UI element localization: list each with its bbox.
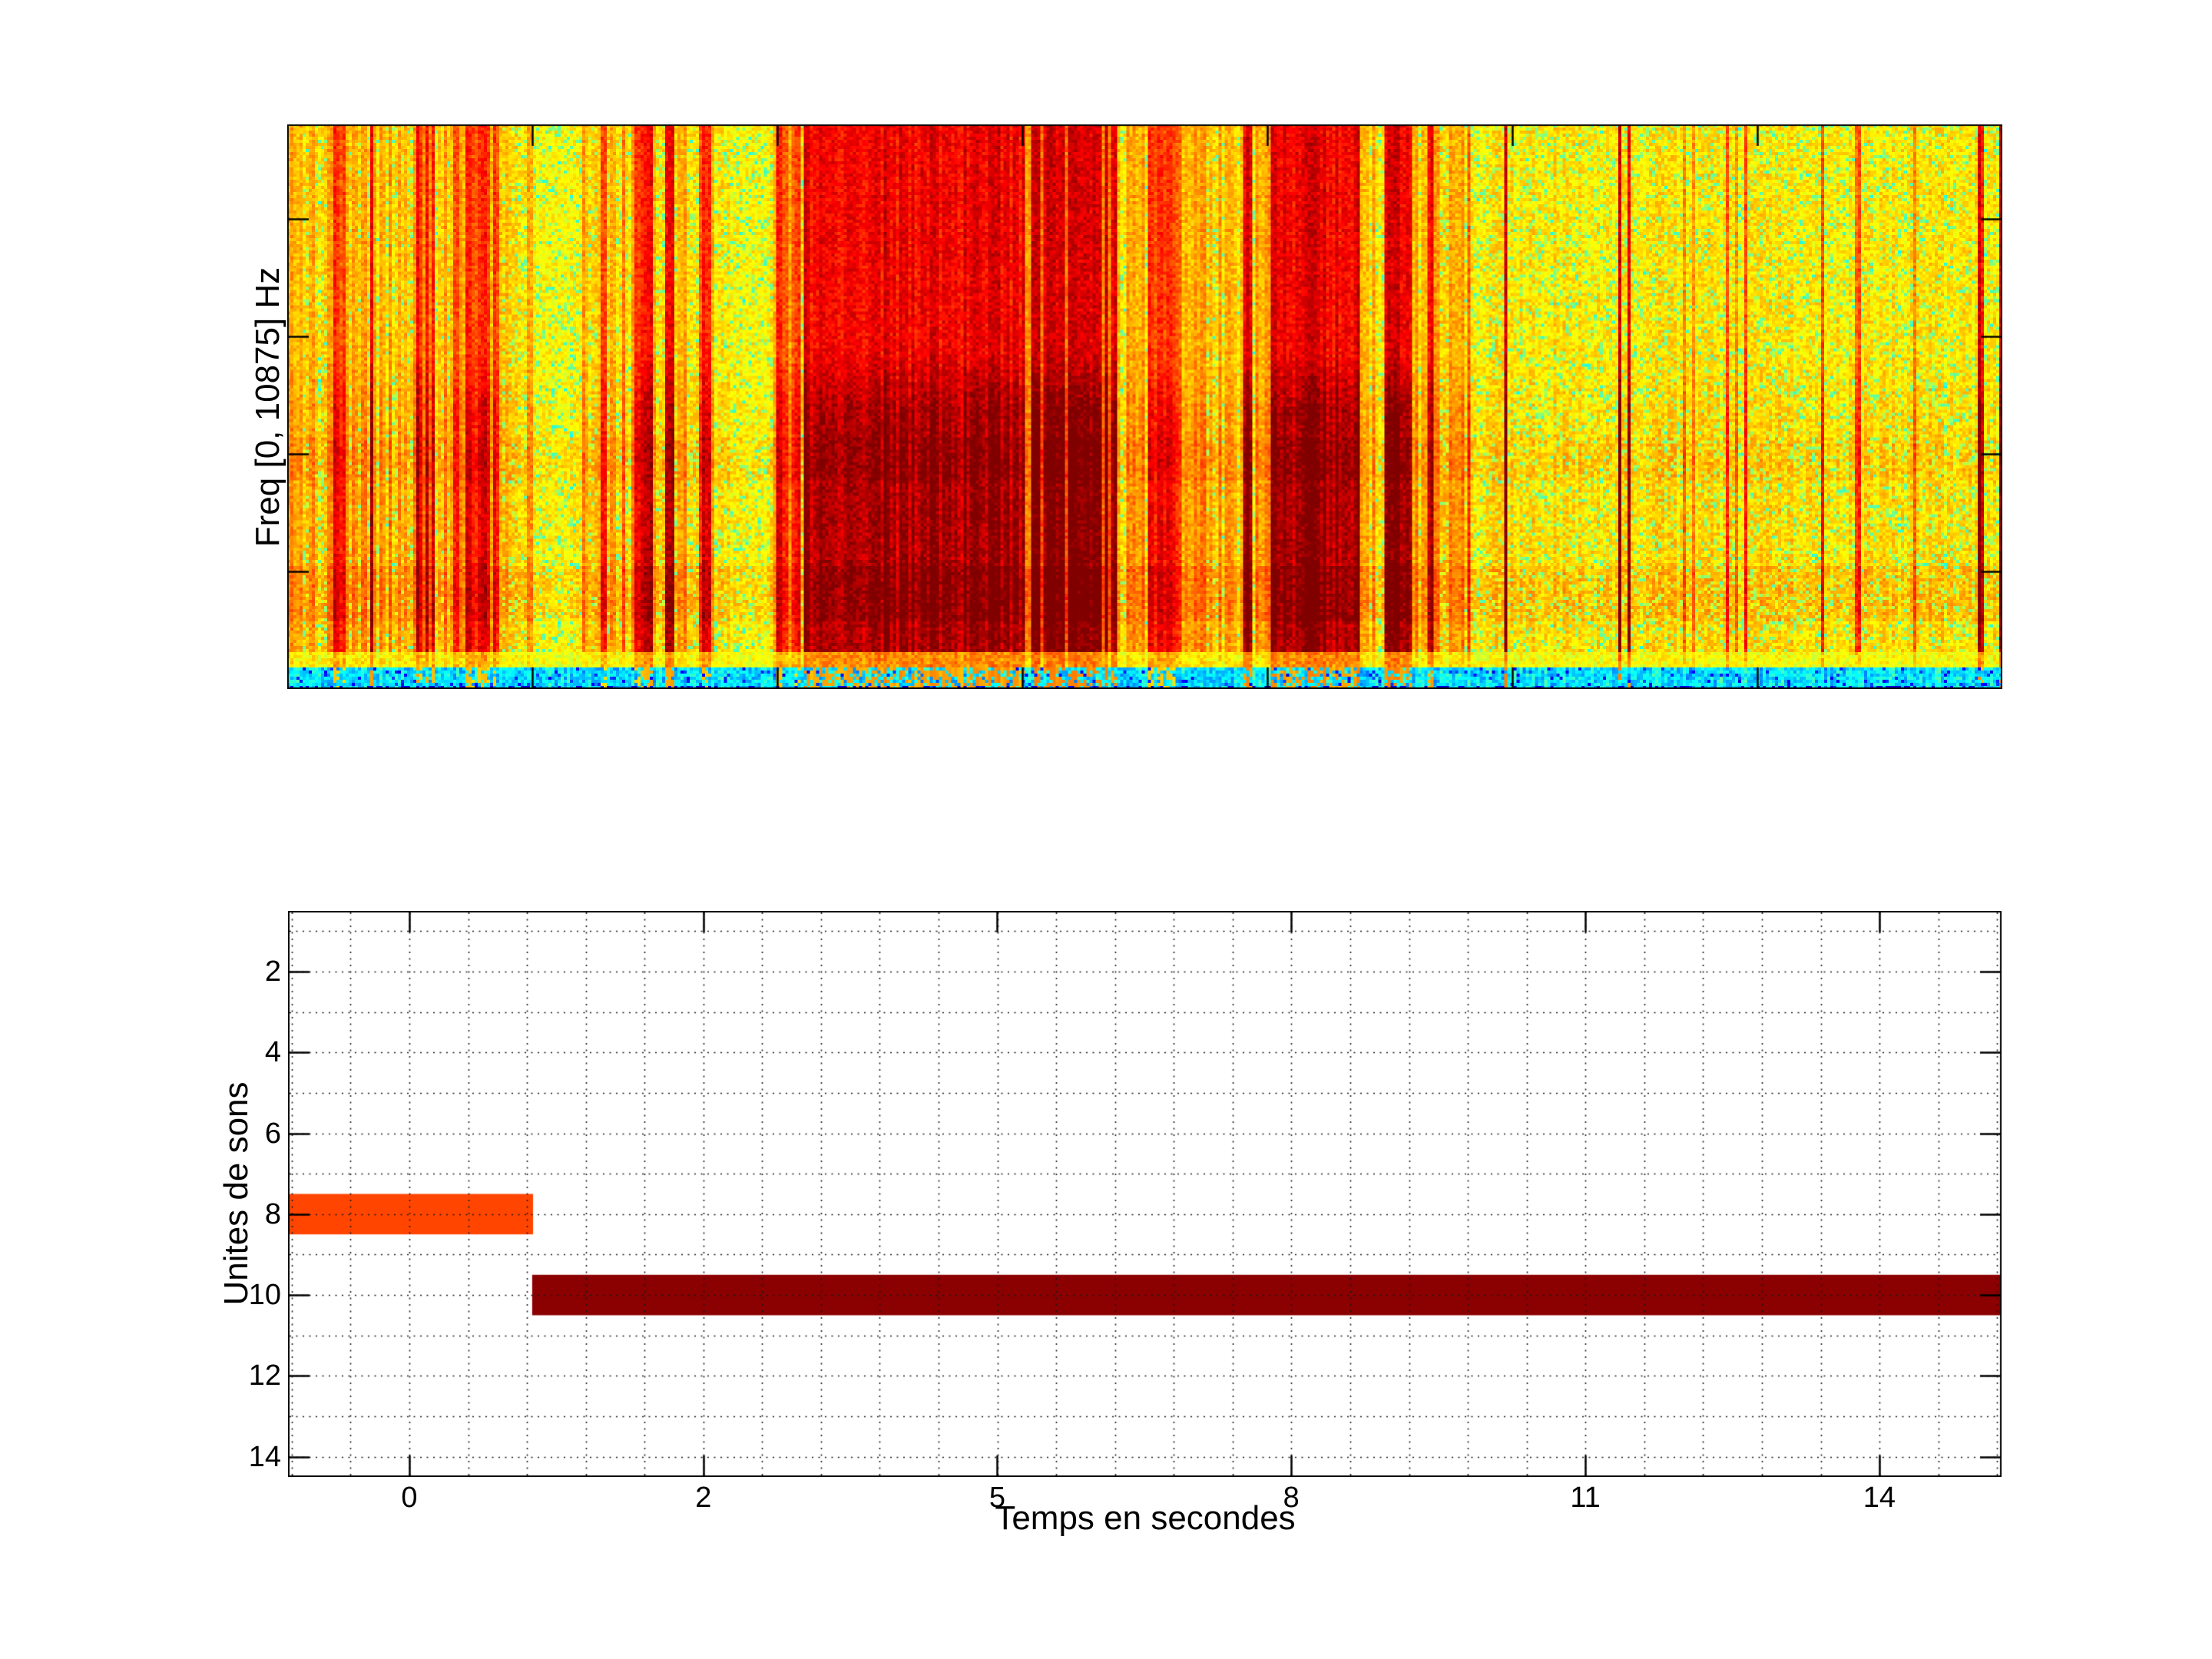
units-plot: 02581114 xyxy=(288,911,2002,1477)
x-tick-label: 2 xyxy=(695,1482,711,1513)
figure-canvas: Freq [0, 10875] Hz 02581114 2468101214 U… xyxy=(0,0,2212,1659)
y-tick-label: 2 xyxy=(0,956,281,987)
spectrogram-y-axis-label: Freq [0, 10875] Hz xyxy=(249,267,287,547)
units-y-axis-label: Unites de sons xyxy=(217,1081,256,1305)
y-tick-label: 12 xyxy=(0,1360,281,1391)
spectrogram-plot xyxy=(287,124,2002,689)
x-tick-label: 0 xyxy=(401,1482,417,1513)
y-tick-label: 14 xyxy=(0,1442,281,1472)
x-tick-label: 14 xyxy=(1863,1482,1896,1513)
x-axis-label: Temps en secondes xyxy=(995,1499,1295,1538)
y-tick-label: 4 xyxy=(0,1037,281,1068)
spectrogram-axes-overlay xyxy=(287,124,2002,689)
x-tick-label: 11 xyxy=(1570,1482,1600,1513)
units-plot-canvas xyxy=(288,911,2002,1477)
